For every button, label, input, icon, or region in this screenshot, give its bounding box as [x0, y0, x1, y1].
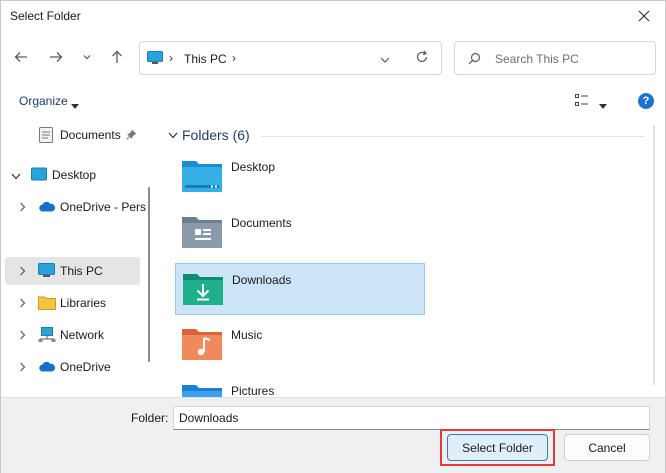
sidebar-item-libraries[interactable]: Libraries: [5, 289, 140, 317]
address-path-segment[interactable]: This PC: [184, 52, 227, 66]
content-scrollbar[interactable]: [653, 125, 655, 385]
sidebar-item-label: OneDrive: [60, 360, 111, 374]
sidebar-item-label: This PC: [60, 264, 103, 278]
details-view-icon: [575, 94, 588, 106]
desktop-folder-icon: [181, 157, 223, 196]
cancel-button[interactable]: Cancel: [564, 434, 650, 461]
libraries-icon: [38, 295, 56, 313]
search-icon: [468, 52, 481, 68]
sidebar-item-label: Network: [60, 328, 105, 342]
network-icon: [38, 327, 56, 346]
pin-icon: [126, 129, 137, 143]
sidebar-item-onedrive[interactable]: OneDrive: [5, 353, 140, 381]
sidebar-item-label: Desktop: [52, 168, 97, 182]
sidebar-item-desktop[interactable]: Desktop: [5, 161, 140, 189]
sidebar-item-label: OneDrive - Pers: [60, 200, 147, 214]
documents-icon: [39, 127, 53, 146]
title-bar: Select Folder: [1, 1, 665, 33]
navigation-scrollbar[interactable]: [148, 187, 150, 362]
onedrive-icon: [38, 361, 56, 375]
back-button[interactable]: [11, 47, 31, 67]
sidebar-item-label: Libraries: [60, 296, 107, 310]
chevron-down-icon[interactable]: [11, 169, 21, 183]
command-bar: Organize ?: [1, 85, 665, 117]
chevron-right-icon[interactable]: [19, 329, 26, 343]
chevron-right-icon[interactable]: [19, 297, 26, 311]
forward-button[interactable]: [46, 47, 66, 67]
chevron-down-icon: [168, 132, 178, 139]
group-header[interactable]: Folders (6): [182, 127, 250, 143]
address-history-button[interactable]: [380, 52, 390, 66]
select-folder-button[interactable]: Select Folder: [447, 434, 548, 461]
this-pc-icon: [38, 263, 55, 281]
collapse-group-button[interactable]: [168, 128, 178, 142]
sidebar-item-this-pc[interactable]: This PC: [5, 257, 140, 285]
sidebar-item-onedrive-personal[interactable]: OneDrive - Pers: [5, 193, 146, 221]
recent-locations-button[interactable]: [77, 47, 97, 67]
pictures-folder-icon: [181, 381, 223, 397]
desktop-icon: [31, 167, 47, 184]
folder-label: Documents: [231, 216, 292, 230]
arrow-left-icon: [14, 52, 27, 62]
caret-down-icon[interactable]: [71, 98, 79, 112]
folder-label: Music: [231, 328, 263, 342]
folder-label: Pictures: [231, 384, 275, 397]
documents-folder-icon: [181, 213, 223, 252]
folder-item-music[interactable]: Music: [175, 319, 425, 371]
sidebar-item-network[interactable]: Network: [5, 321, 140, 349]
view-options-button[interactable]: [575, 94, 589, 110]
this-pc-icon: [147, 51, 163, 68]
window-title: Select Folder: [10, 9, 81, 23]
caret-down-icon[interactable]: [599, 98, 607, 112]
arrow-right-icon: [50, 52, 63, 62]
folder-item-pictures[interactable]: Pictures: [175, 375, 425, 397]
help-button[interactable]: ?: [638, 93, 654, 109]
folder-list: Folders (6) Desktop Documents Downloads: [156, 117, 665, 397]
organize-button[interactable]: Organize: [19, 94, 68, 108]
chevron-right-icon[interactable]: [19, 265, 26, 279]
folder-item-downloads[interactable]: Downloads: [175, 263, 425, 315]
refresh-button[interactable]: [415, 50, 429, 67]
dialog-footer: Folder: Select Folder Cancel: [1, 397, 665, 473]
folder-label: Desktop: [231, 160, 276, 174]
chevron-right-icon[interactable]: ›: [232, 51, 236, 65]
folder-name-label: Folder:: [131, 411, 169, 425]
close-button[interactable]: [631, 5, 657, 27]
search-placeholder: Search This PC: [495, 52, 579, 66]
folder-label: Downloads: [232, 273, 292, 287]
chevron-right-icon: ›: [169, 51, 173, 65]
chevron-down-icon: [83, 55, 91, 60]
downloads-folder-icon: [182, 270, 224, 309]
chevron-right-icon[interactable]: [19, 361, 26, 375]
address-bar[interactable]: › This PC ›: [139, 41, 442, 75]
navigation-pane: Documents Desktop OneDrive - Pers This P…: [1, 117, 156, 397]
search-box[interactable]: Search This PC: [454, 41, 656, 75]
onedrive-icon: [38, 201, 56, 215]
music-folder-icon: [181, 325, 223, 364]
folder-item-desktop[interactable]: Desktop: [175, 151, 425, 203]
refresh-icon: [416, 50, 428, 63]
folder-item-documents[interactable]: Documents: [175, 207, 425, 259]
group-divider: [261, 136, 644, 137]
sidebar-item-documents[interactable]: Documents: [5, 121, 140, 149]
up-button[interactable]: [107, 47, 127, 67]
chevron-right-icon[interactable]: [19, 201, 26, 215]
navigation-bar: › This PC › Search This PC: [1, 39, 665, 77]
arrow-up-icon: [112, 50, 122, 63]
sidebar-item-label: Documents: [60, 128, 121, 142]
folder-name-field[interactable]: [173, 406, 650, 430]
chevron-down-icon: [380, 57, 390, 63]
select-folder-dialog: Select Folder › This PC › Search This PC…: [0, 0, 666, 473]
close-icon: [638, 10, 650, 22]
